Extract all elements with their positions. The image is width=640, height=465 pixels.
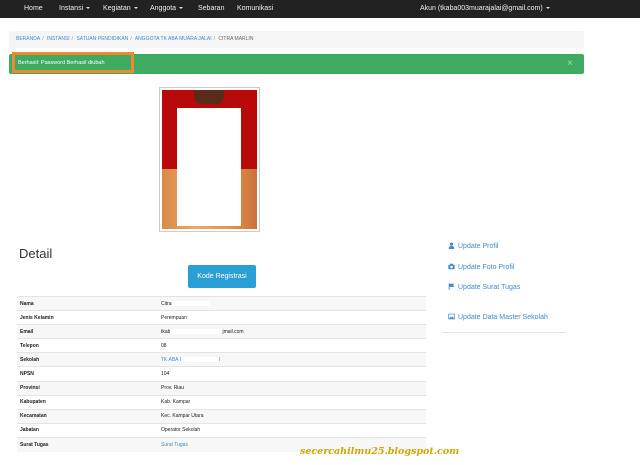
email-value-end: jmail.com bbox=[222, 328, 244, 335]
redaction bbox=[169, 371, 192, 377]
breadcrumb-separator: / bbox=[130, 36, 132, 42]
redaction bbox=[166, 343, 205, 348]
update-data-master-sekolah-link[interactable]: Update Data Master Sekolah bbox=[448, 313, 548, 323]
row-label: Jenis Kelamin bbox=[17, 310, 158, 325]
nav-anggota-label: Anggota bbox=[150, 5, 177, 12]
nav-account-menu[interactable]: Akun (tkaba003muarajalai@gmail.com) bbox=[420, 0, 550, 18]
nav-home[interactable]: Home bbox=[24, 0, 43, 18]
update-surat-tugas-link[interactable]: Update Surat Tugas bbox=[448, 283, 520, 293]
row-value: 08 bbox=[158, 338, 426, 353]
breadcrumb-beranda[interactable]: BERANDA bbox=[16, 36, 40, 42]
redaction bbox=[171, 300, 210, 306]
nav-kegiatan-label: Kegiatan bbox=[103, 5, 131, 12]
row-value: Kab. Kampar bbox=[158, 394, 426, 410]
row-label: Nama bbox=[17, 295, 158, 311]
row-value: TK ABA I I bbox=[158, 352, 426, 367]
kode-registrasi-button[interactable]: Kode Registrasi bbox=[188, 265, 256, 288]
caret-down-icon bbox=[133, 6, 138, 9]
profile-photo-frame bbox=[159, 87, 260, 232]
update-master-label: Update Data Master Sekolah bbox=[458, 314, 548, 321]
breadcrumb-separator: / bbox=[213, 36, 216, 42]
row-value: Citra bbox=[158, 295, 426, 311]
nav-anggota[interactable]: Anggota bbox=[150, 0, 184, 18]
flag-icon bbox=[448, 283, 455, 290]
table-row: Sekolah TK ABA I I bbox=[17, 352, 426, 367]
detail-heading: Detail bbox=[19, 246, 53, 261]
table-row: Nama Citra bbox=[17, 295, 426, 311]
row-label: Surat Tugas bbox=[17, 436, 158, 452]
breadcrumb-current: CITRA MARLIN bbox=[218, 36, 254, 42]
row-value: Kec. Kampar Utara bbox=[158, 408, 426, 424]
table-row: Kabupaten Kab. Kampar bbox=[17, 394, 426, 410]
caret-down-icon bbox=[179, 6, 184, 9]
row-label: Telepon bbox=[17, 338, 158, 353]
redaction bbox=[170, 328, 223, 334]
user-icon bbox=[448, 242, 455, 249]
nav-sebaran[interactable]: Sebaran bbox=[198, 0, 224, 18]
row-label: Provinsi bbox=[17, 380, 158, 396]
table-row: Jenis Kelamin Perempuan bbox=[17, 310, 426, 325]
row-label: Kabupaten bbox=[17, 394, 158, 410]
account-email: Akun (tkaba003muarajalai@gmail.com) bbox=[420, 5, 543, 12]
table-row: Jabatan Operator Sekolah bbox=[17, 422, 426, 438]
close-icon[interactable]: × bbox=[567, 57, 573, 71]
top-navbar: Home Instansi Kegiatan Anggota Sebaran K… bbox=[0, 0, 640, 18]
update-surat-label: Update Surat Tugas bbox=[458, 284, 521, 291]
detail-table: Nama Citra Jenis Kelamin Perempuan Email… bbox=[17, 295, 426, 452]
row-value: Operator Sekolah bbox=[158, 422, 426, 438]
row-value: tkab jmail.com bbox=[158, 324, 426, 339]
breadcrumb-separator: / bbox=[71, 36, 74, 42]
nama-value: Citra bbox=[161, 300, 172, 307]
nav-instansi[interactable]: Instansi bbox=[59, 0, 91, 18]
row-value: Prov. Riau bbox=[158, 380, 426, 396]
table-row: Kecamatan Kec. Kampar Utara bbox=[17, 408, 426, 424]
breadcrumb: BERANDA / INSTANSI / SATUAN PENDIDIKAN / AN… bbox=[9, 31, 584, 48]
table-row: Email tkab jmail.com bbox=[17, 324, 426, 339]
sekolah-link-end[interactable]: I bbox=[219, 357, 220, 363]
photo-hair bbox=[194, 90, 224, 104]
row-value: 104 bbox=[158, 366, 426, 382]
npsn-value: 104 bbox=[161, 371, 170, 378]
photo-redaction bbox=[177, 108, 241, 226]
update-foto-profil-link[interactable]: Update Foto Profil bbox=[448, 263, 514, 273]
row-label: Sekolah bbox=[17, 352, 158, 367]
redaction bbox=[181, 357, 220, 363]
camera-icon bbox=[448, 263, 455, 270]
breadcrumb-satuan-pendidikan[interactable]: SATUAN PENDIDIKAN bbox=[76, 36, 128, 42]
row-label: NPSN bbox=[17, 366, 158, 382]
image-icon bbox=[448, 313, 455, 320]
update-foto-label: Update Foto Profil bbox=[458, 264, 515, 271]
surat-tugas-link[interactable]: Surat Tugas bbox=[161, 442, 188, 448]
table-row: Provinsi Prov. Riau bbox=[17, 380, 426, 396]
row-value: Perempuan bbox=[158, 310, 426, 325]
nav-instansi-label: Instansi bbox=[59, 5, 84, 12]
watermark: secercahilmu25.blogspot.com bbox=[300, 446, 460, 457]
breadcrumb-anggota[interactable]: ANGGOTA TK ABA MUARA JALAI bbox=[135, 36, 212, 42]
update-profil-label: Update Profil bbox=[458, 243, 499, 250]
sekolah-link[interactable]: TK ABA I bbox=[161, 357, 181, 363]
update-profil-link[interactable]: Update Profil bbox=[448, 242, 498, 252]
row-label: Kecamatan bbox=[17, 408, 158, 424]
breadcrumb-instansi[interactable]: INSTANSI bbox=[47, 36, 70, 42]
sidebar-divider bbox=[442, 332, 566, 333]
caret-down-icon bbox=[545, 6, 550, 9]
profile-photo bbox=[162, 90, 257, 229]
highlight-box bbox=[12, 52, 134, 73]
row-label: Email bbox=[17, 324, 158, 339]
nav-komunikasi[interactable]: Komunikasi bbox=[237, 0, 273, 18]
email-value-start: tkab bbox=[161, 328, 171, 335]
nav-kegiatan[interactable]: Kegiatan bbox=[103, 0, 138, 18]
caret-down-icon bbox=[86, 6, 91, 9]
breadcrumb-separator: / bbox=[42, 36, 44, 42]
table-row: Telepon 08 bbox=[17, 338, 426, 353]
row-label: Jabatan bbox=[17, 422, 158, 438]
table-row: NPSN 104 bbox=[17, 366, 426, 382]
